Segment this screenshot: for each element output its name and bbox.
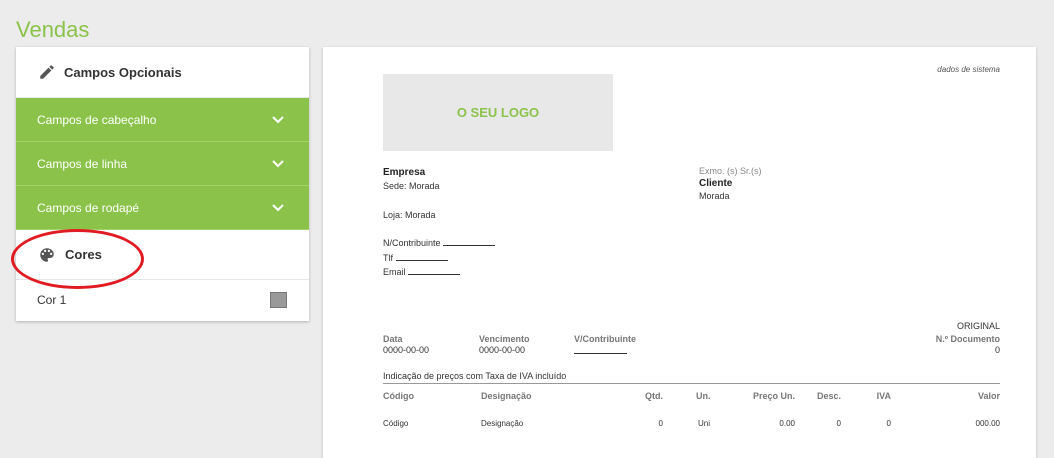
section-header-fields-label: Campos de cabeçalho [37,112,157,127]
row-price: 0.00 [779,419,795,428]
doc-number-label: N.º Documento [935,334,1000,344]
row-vat: 0 [886,419,891,428]
table-divider [383,383,1000,384]
due-date-label: Vencimento [479,334,530,344]
section-line-fields-label: Campos de linha [37,156,128,171]
color-1-label: Cor 1 [37,293,67,307]
section-footer-fields[interactable]: Campos de rodapé [16,186,309,230]
document-preview: dados de sistema O SEU LOGO Empresa Sede… [323,47,1036,458]
col-value-header: Valor [977,391,1000,401]
section-line-fields[interactable]: Campos de linha [16,142,309,186]
col-discount-header: Desc. [816,391,841,401]
col-vat-header: IVA [876,391,891,401]
phone-blank [395,253,448,261]
doc-number-value: 0 [994,345,1000,355]
row-value: 000.00 [975,419,1000,428]
col-code-header: Código [383,391,414,401]
row-unit: Uni [698,419,711,428]
tax-id-blank [443,238,496,246]
company-address: Sede: Morada [383,181,440,191]
due-date-value: 0000-00-00 [479,345,526,355]
vat-note: Indicação de preços com Taxa de IVA incl… [383,371,567,381]
color-1-swatch[interactable] [270,292,287,308]
client-tax-id-label: V/Contribuinte [574,334,636,344]
company-name: Empresa [383,167,426,178]
company-tax-id-label: N/Contribuinte [383,238,441,248]
original-label: ORIGINAL [956,321,1000,331]
row-discount: 0 [836,419,841,428]
page-title: Vendas [16,17,90,42]
optional-fields-header: Campos Opcionais [16,47,309,98]
optional-fields-title: Campos Opcionais [64,64,182,80]
store-address: Loja: Morada [383,210,436,220]
logo-text: O SEU LOGO [456,105,540,120]
client-address: Morada [699,191,730,201]
date-value: 0000-00-00 [383,345,430,355]
chevron-down-icon [271,203,285,213]
chevron-down-icon [271,115,285,125]
logo-placeholder: O SEU LOGO [383,74,613,151]
row-designation: Designação [481,419,524,428]
company-tax-id: N/Contribuinte [383,238,496,248]
section-footer-fields-label: Campos de rodapé [37,200,140,215]
col-qty-header: Qtd. [645,391,663,401]
system-data-note: dados de sistema [937,65,1000,74]
client-salutation: Exmo. (s) Sr.(s) [699,166,762,176]
chevron-down-icon [271,159,285,169]
row-qty: 0 [658,419,663,428]
row-code: Código [383,419,409,428]
col-designation-header: Designação [481,391,532,401]
company-email: Email [383,267,461,277]
date-label: Data [383,334,403,344]
client-name: Cliente [699,178,733,189]
col-unit-header: Un. [696,391,711,401]
highlight-ellipse [11,229,144,289]
col-price-header: Preço Un. [752,391,795,401]
pencil-icon [38,63,56,81]
email-blank [408,267,461,275]
section-header-fields[interactable]: Campos de cabeçalho [16,98,309,142]
company-phone: Tlf [383,253,448,263]
company-email-label: Email [383,267,406,277]
client-tax-id-blank [574,353,627,354]
company-phone-label: Tlf [383,253,393,263]
